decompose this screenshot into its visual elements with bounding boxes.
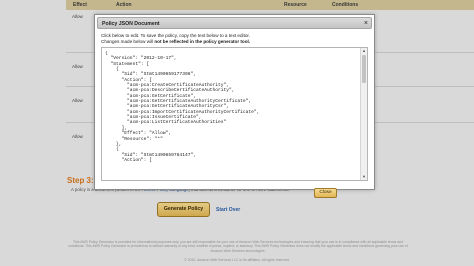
policy-json-text[interactable]: { "Version": "2012-10-17", "Statement": …: [105, 51, 357, 179]
arrow-up-icon[interactable]: ▲: [361, 48, 367, 54]
instructions-line-2: Changes made below will not be reflected…: [101, 39, 371, 45]
json-scrollbar[interactable]: ▲ ▼: [360, 48, 367, 180]
dialog-titlebar: Policy JSON Document ×: [97, 17, 372, 29]
instructions-line-2-bold: not be reflected in the policy generator…: [154, 38, 251, 44]
dialog-instructions: Click below to edit. To save the policy,…: [101, 33, 371, 45]
policy-json-textarea[interactable]: { "Version": "2012-10-17", "Statement": …: [101, 47, 368, 181]
scrollbar-thumb[interactable]: [362, 55, 366, 83]
close-icon[interactable]: ×: [364, 19, 368, 29]
instructions-line-2-prefix: Changes made below will: [101, 38, 155, 44]
policy-json-dialog: Policy JSON Document × Click below to ed…: [94, 14, 375, 198]
arrow-down-icon[interactable]: ▼: [361, 174, 367, 180]
close-button[interactable]: Close: [314, 188, 337, 198]
dialog-title: Policy JSON Document: [102, 20, 160, 27]
